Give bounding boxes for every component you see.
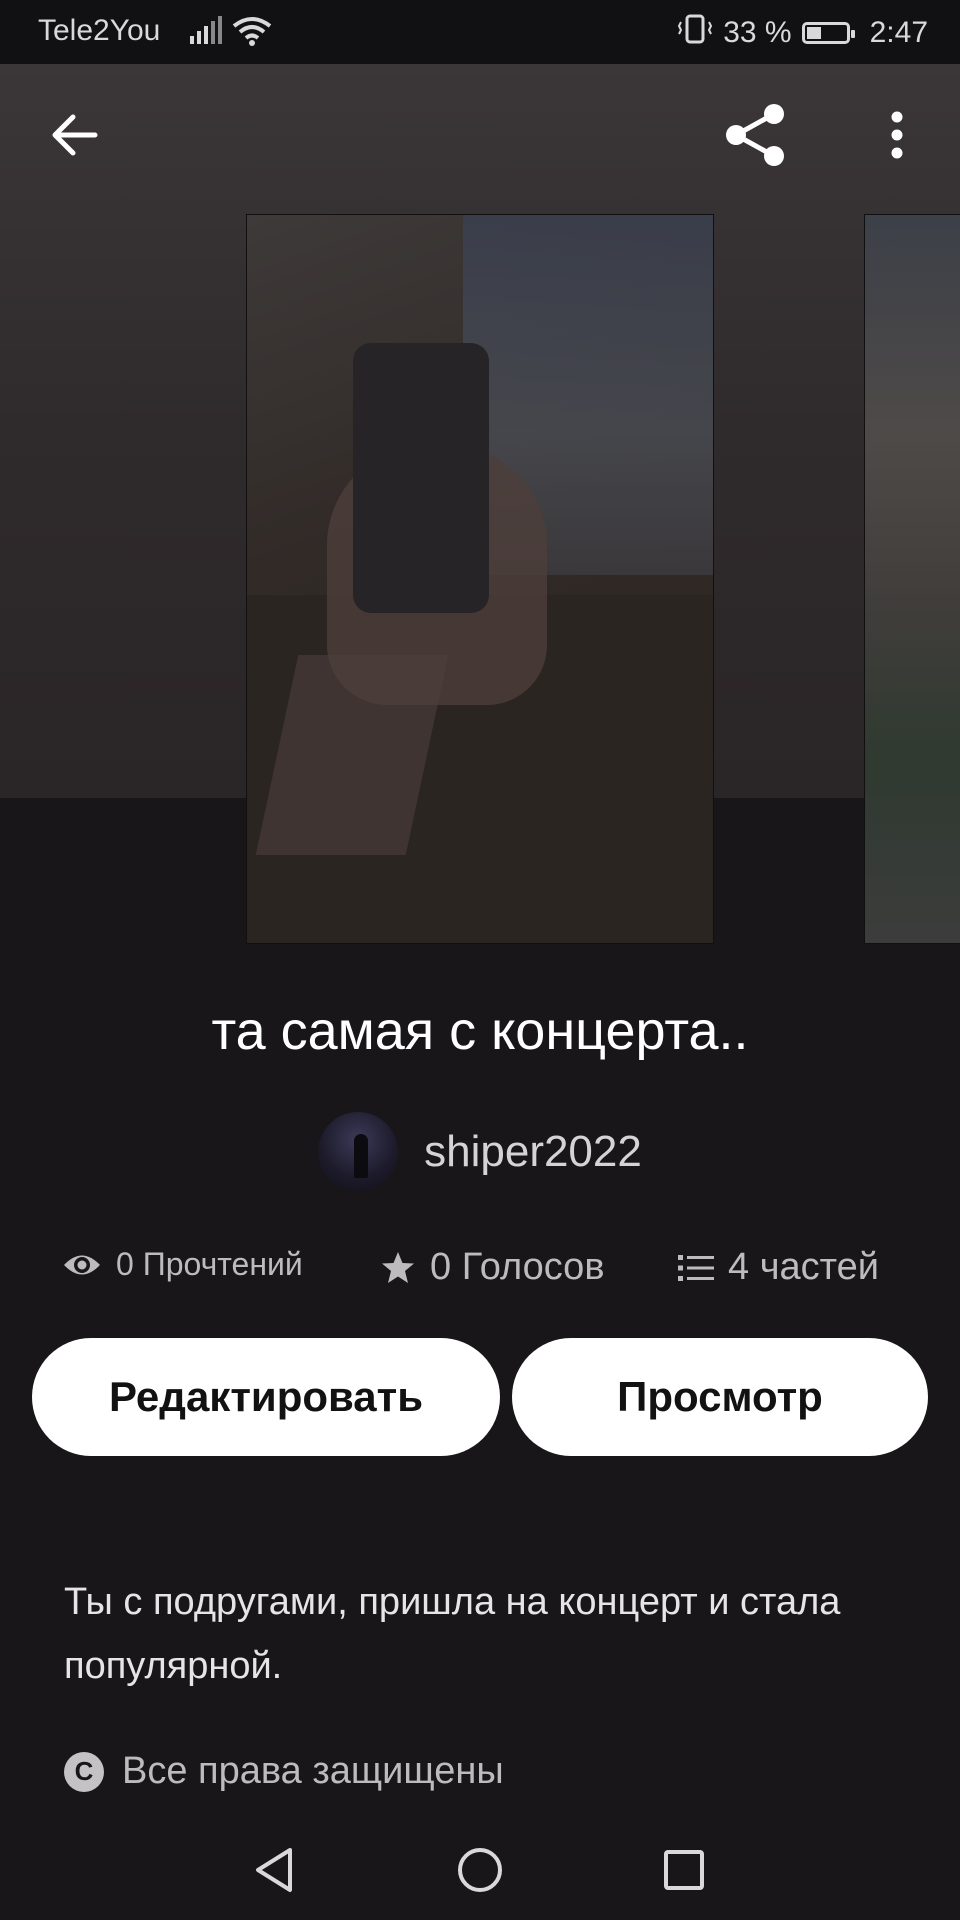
battery-icon [801,22,855,44]
next-story-cover-image[interactable] [864,214,960,944]
copyright-icon: C [64,1751,104,1792]
signal-icon [190,16,226,52]
share-button[interactable] [720,100,790,170]
more-options-button[interactable] [862,100,932,170]
avatar[interactable] [318,1112,399,1192]
nav-recents-button[interactable] [644,1840,724,1900]
parts-stat: 4 частей [678,1246,879,1289]
list-icon [678,1254,714,1281]
story-stats: 0 Прочтений 0 Голосов 4 частей [0,1246,960,1302]
eye-icon [64,1255,100,1274]
battery-percent: 33 % [723,16,792,49]
story-cover-image[interactable] [246,214,714,944]
square-recents-icon [664,1850,704,1890]
system-navigation-bar [0,1820,960,1920]
clock: 2:47 [869,16,928,49]
votes-count: 0 Голосов [430,1246,605,1288]
triangle-back-icon [256,1848,292,1892]
carrier-label: Tele2You [38,14,161,47]
nav-home-button[interactable] [440,1840,520,1900]
votes-stat: 0 Голосов [380,1246,605,1289]
reads-stat: 0 Прочтений [62,1246,303,1283]
author-name[interactable]: shiper2022 [424,1127,642,1177]
circle-home-icon [458,1848,502,1892]
arrow-left-icon [52,114,98,156]
story-title: та самая с концерта.. [211,1001,749,1061]
edit-button[interactable]: Редактировать [32,1338,500,1456]
story-description: Ты с подругами, пришла на концерт и стал… [64,1581,841,1687]
more-vertical-icon [891,111,903,159]
share-icon [726,104,784,166]
wifi-icon [232,14,272,56]
nav-back-button[interactable] [234,1840,314,1900]
status-right: 33 % 2:47 [677,14,928,52]
parts-count: 4 частей [728,1246,879,1288]
star-icon [382,1251,414,1283]
copyright-row: C Все права защищены [64,1750,504,1793]
vibrate-icon [677,14,713,52]
back-button[interactable] [40,100,110,170]
copyright-text: Все права защищены [122,1750,504,1792]
view-button[interactable]: Просмотр [512,1338,928,1456]
reads-count: 0 Прочтений [116,1246,303,1282]
author-row[interactable]: shiper2022 [0,1112,960,1192]
status-bar: Tele2You 33 % 2:47 [0,0,960,64]
